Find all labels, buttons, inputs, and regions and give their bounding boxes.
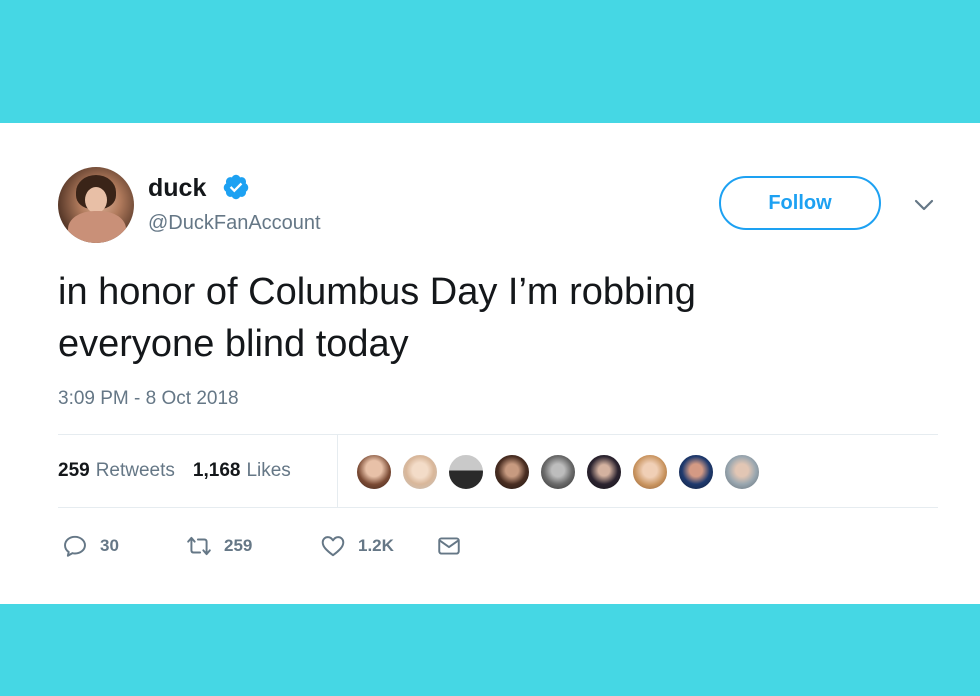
liker-avatar[interactable] (539, 453, 577, 491)
retweets-stat[interactable]: 259 Retweets (58, 460, 175, 482)
like-button[interactable]: 1.2K (320, 533, 436, 559)
liker-avatar[interactable] (723, 453, 761, 491)
direct-message-button[interactable] (436, 533, 474, 559)
tweet-text-line: in honor of Columbus Day I’m robbing (58, 271, 696, 313)
like-icon (321, 536, 345, 557)
retweets-label: Retweets (95, 460, 175, 481)
liker-avatar[interactable] (355, 453, 393, 491)
divider (58, 507, 938, 508)
reply-count: 30 (100, 536, 119, 555)
liker-avatar[interactable] (493, 453, 531, 491)
direct-message-icon (438, 537, 460, 555)
reply-button[interactable]: 30 (62, 533, 186, 559)
tweet-stats: 259 Retweets 1,168 Likes (58, 456, 309, 486)
tweet-text: in honor of Columbus Day I’m robbing eve… (58, 266, 918, 370)
divider (58, 434, 938, 435)
tweet-timestamp[interactable]: 3:09 PM - 8 Oct 2018 (58, 388, 239, 410)
likes-count: 1,168 (192, 460, 241, 481)
follow-button[interactable]: Follow (719, 176, 881, 230)
likes-label: Likes (246, 460, 291, 481)
chevron-down-icon[interactable] (912, 197, 936, 213)
retweet-icon (187, 536, 211, 556)
liker-avatar[interactable] (401, 453, 439, 491)
liker-avatar[interactable] (585, 453, 623, 491)
tweet-text-line: everyone blind today (58, 323, 409, 365)
verified-badge-icon (223, 174, 249, 200)
retweet-count: 259 (224, 536, 253, 555)
reply-icon (64, 535, 86, 557)
avatar[interactable] (58, 167, 134, 243)
like-count: 1.2K (358, 536, 394, 555)
divider (337, 435, 338, 507)
retweet-button[interactable]: 259 (186, 533, 320, 559)
liker-avatar[interactable] (631, 453, 669, 491)
user-handle[interactable]: @DuckFanAccount (148, 212, 321, 235)
liker-avatar[interactable] (677, 453, 715, 491)
display-name[interactable]: duck (148, 174, 206, 203)
likes-stat[interactable]: 1,168 Likes (193, 460, 291, 482)
retweets-count: 259 (58, 460, 90, 481)
tweet-actions: 30 259 1.2K (62, 533, 474, 559)
liker-avatar[interactable] (447, 453, 485, 491)
tweet-card: duck @DuckFanAccount Follow in honor of … (0, 123, 980, 604)
